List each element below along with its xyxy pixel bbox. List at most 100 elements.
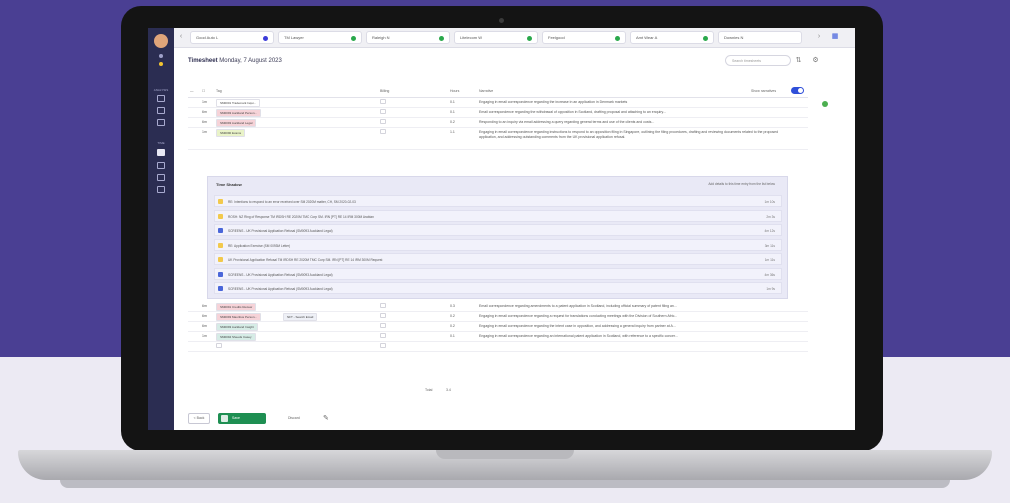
table-row-empty[interactable] bbox=[188, 341, 808, 352]
tab-status-dot bbox=[703, 36, 708, 41]
row-narrative[interactable]: Responding to an inquiry via email addre… bbox=[479, 120, 779, 124]
back-button[interactable]: < Back bbox=[188, 413, 210, 424]
tab-scroll-left-icon[interactable]: ‹ bbox=[176, 32, 186, 42]
nav-dot[interactable] bbox=[159, 54, 163, 58]
time-shadow-duration: 1m 11s bbox=[764, 258, 775, 262]
row-hours[interactable]: 0.3 bbox=[450, 304, 455, 308]
time-shadow-item[interactable]: SCREENS - UK Provisional Application Ref… bbox=[214, 267, 782, 280]
row-tag[interactable]: SM0093 Auckland Person... bbox=[216, 109, 262, 117]
header-billing[interactable]: Billing bbox=[380, 89, 389, 93]
filter-icon[interactable]: ⇅ bbox=[794, 56, 803, 65]
header-checkbox[interactable]: ☐ bbox=[202, 89, 205, 93]
row-hours[interactable]: 1.1 bbox=[450, 130, 455, 134]
tag-placeholder[interactable] bbox=[216, 343, 222, 348]
discard-button[interactable]: Discard bbox=[288, 416, 300, 420]
row-narrative[interactable]: Engaging in email correspondence regardi… bbox=[479, 314, 779, 318]
time-shadow-text: RE: Intentions to respond to an error re… bbox=[228, 200, 356, 204]
header-hours[interactable]: Hours bbox=[450, 89, 459, 93]
email-icon bbox=[218, 213, 223, 219]
row-duration: 6m bbox=[202, 110, 207, 114]
row-hours[interactable]: 0.2 bbox=[450, 314, 455, 318]
billing-checkbox[interactable] bbox=[380, 109, 386, 114]
screen-capture-icon bbox=[218, 228, 223, 233]
collapse-icon[interactable]: — bbox=[190, 89, 194, 93]
sidebar-section-analysis: ANALYSIS bbox=[153, 88, 169, 92]
tab-1[interactable]: Good Auto L bbox=[190, 31, 274, 44]
time-shadow-item[interactable]: UK Provisional Application Refusal TM IR… bbox=[214, 253, 782, 265]
clock-icon[interactable] bbox=[157, 95, 165, 102]
tab-5[interactable]: Feelgood bbox=[542, 31, 626, 44]
sidebar: ANALYSIS TIME bbox=[148, 28, 174, 430]
laptop-camera bbox=[499, 18, 504, 23]
settings-gear-icon[interactable]: ⚙ bbox=[811, 56, 820, 65]
row-hours[interactable]: 0.2 bbox=[450, 324, 455, 328]
user-avatar[interactable] bbox=[154, 34, 168, 48]
row-tag[interactable]: SM0093 Auckland Insight bbox=[216, 323, 258, 331]
tab-4[interactable]: Litelecom W bbox=[454, 31, 538, 44]
time-shadow-duration: 3m 11s bbox=[764, 243, 775, 248]
time-shadow-item[interactable]: ROSH: NZ Ring of Response TM IRDSH RE 20… bbox=[214, 209, 782, 222]
row-hours[interactable]: 0.1 bbox=[450, 100, 455, 104]
tab-label: Good Auto L bbox=[196, 35, 219, 40]
app-screen: ANALYSIS TIME ‹ Good Auto L TM Lawyer Ra… bbox=[148, 28, 855, 430]
billing-checkbox[interactable] bbox=[380, 343, 386, 348]
billing-checkbox[interactable] bbox=[380, 119, 386, 124]
row-hours[interactable]: 0.1 bbox=[450, 110, 455, 114]
grid-view-icon[interactable]: ▦ bbox=[830, 32, 840, 42]
timesheet-icon[interactable] bbox=[157, 149, 165, 156]
time-shadow-duration: 1m 10s bbox=[764, 200, 775, 204]
document-icon[interactable] bbox=[157, 174, 165, 181]
row-narrative[interactable]: Email correspondence regarding amendment… bbox=[479, 304, 779, 308]
header-tag[interactable]: Tag bbox=[216, 89, 222, 93]
billing-checkbox[interactable] bbox=[380, 99, 386, 104]
calendar-icon[interactable] bbox=[157, 162, 165, 169]
settings-icon[interactable] bbox=[157, 186, 165, 193]
row-duration: 6m bbox=[202, 324, 207, 328]
tab-3[interactable]: Raleigh N bbox=[366, 31, 450, 44]
billing-checkbox[interactable] bbox=[380, 129, 386, 134]
tab-2[interactable]: TM Lawyer bbox=[278, 31, 362, 44]
row-tag[interactable]: SM0001 Trademark Inqui... bbox=[216, 99, 261, 107]
pin-icon[interactable]: ✎ bbox=[323, 414, 329, 422]
row-hours[interactable]: 0.1 bbox=[450, 334, 455, 338]
tab-7[interactable]: Downies N bbox=[718, 31, 802, 44]
time-shadow-item[interactable]: SCREENS - UK Provisional Application Ref… bbox=[214, 282, 782, 294]
billing-checkbox[interactable] bbox=[380, 303, 386, 308]
active-nav-dot[interactable] bbox=[159, 62, 163, 66]
save-button[interactable]: Save bbox=[218, 413, 266, 424]
billing-checkbox[interactable] bbox=[380, 313, 386, 318]
row-tag[interactable]: SM0094 Sheeds Casey bbox=[216, 333, 256, 341]
tab-label: Amt Wear A bbox=[636, 35, 658, 40]
chart-icon[interactable] bbox=[157, 107, 165, 114]
row-tag[interactable]: SM0093 Mauritius Person... bbox=[216, 313, 262, 321]
search-input[interactable]: Search timesheets bbox=[725, 55, 791, 66]
row-tag[interactable]: SM0091 Credits Review bbox=[216, 303, 257, 311]
header-narrative[interactable]: Narrative bbox=[479, 89, 493, 93]
row-narrative[interactable]: Email correspondence regarding the withd… bbox=[479, 110, 779, 114]
time-shadow-panel: Time Shadow Add details to this time ent… bbox=[207, 176, 788, 299]
row-tag[interactable]: SM0090 Exams bbox=[216, 129, 246, 137]
row-tag[interactable]: SM0093 Auckland Legal bbox=[216, 119, 257, 127]
table-row[interactable]: 1m SM0090 Exams 1.1 Engaging in email corre… bbox=[188, 127, 808, 150]
row-narrative[interactable]: Engaging in email correspondence regardi… bbox=[479, 130, 779, 139]
row-narrative[interactable]: Engaging in email correspondence regardi… bbox=[479, 334, 779, 338]
narrative-toggle[interactable] bbox=[791, 87, 804, 94]
total-label: Total bbox=[425, 388, 433, 392]
time-shadow-item[interactable]: RE: Intentions to respond to an error re… bbox=[214, 195, 782, 207]
list-icon[interactable] bbox=[157, 119, 165, 126]
row-narrative[interactable]: Engaging in email correspondence regardi… bbox=[479, 324, 779, 328]
row-hours[interactable]: 0.2 bbox=[450, 120, 455, 124]
sync-status-indicator bbox=[822, 101, 828, 107]
time-shadow-duration: 2m 3s bbox=[766, 214, 775, 219]
row-duration: 6m bbox=[202, 314, 207, 318]
time-shadow-item[interactable]: SCREENS - UK Provisional Application Ref… bbox=[214, 224, 782, 236]
row-tag-secondary[interactable]: NFT - Search Email bbox=[283, 313, 318, 321]
billing-checkbox[interactable] bbox=[380, 333, 386, 338]
time-shadow-note: Add details to this time entry from the … bbox=[708, 182, 775, 186]
tab-6[interactable]: Amt Wear A bbox=[630, 31, 714, 44]
row-narrative[interactable]: Engaging in email correspondence regardi… bbox=[479, 100, 779, 104]
tab-scroll-right-icon[interactable]: › bbox=[814, 32, 824, 42]
time-shadow-item[interactable]: RE: Application Exercise (SM 0093M Lette… bbox=[214, 238, 782, 251]
laptop-shadow bbox=[60, 480, 950, 488]
billing-checkbox[interactable] bbox=[380, 323, 386, 328]
